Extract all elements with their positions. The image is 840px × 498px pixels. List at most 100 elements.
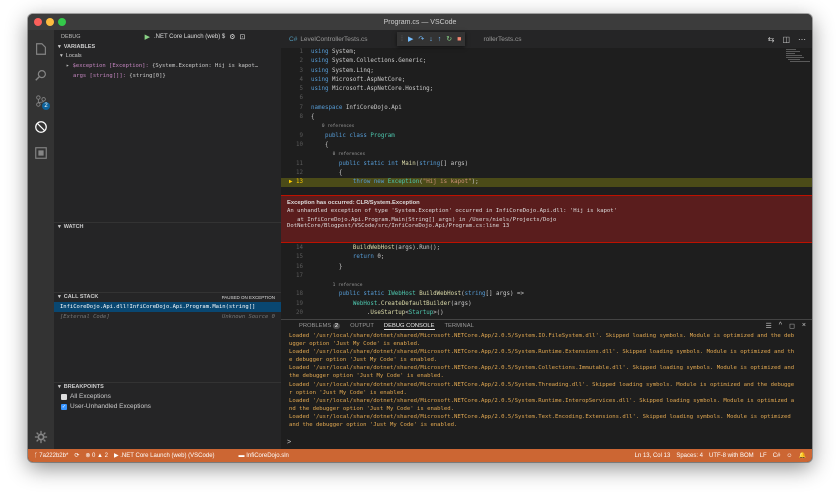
problems-indicator[interactable]: ⊗ 0 ▲ 2: [85, 452, 108, 459]
code-line[interactable]: 16 }: [281, 263, 812, 272]
code-line[interactable]: 7 namespace InfiCoreDojo.Api: [281, 104, 812, 113]
zoom-window-button[interactable]: [58, 18, 66, 26]
debug-settings-gear-icon[interactable]: ⚙: [229, 33, 235, 41]
tab-debug-console[interactable]: DEBUG CONSOLE: [383, 323, 435, 330]
close-window-button[interactable]: [34, 18, 42, 26]
line-number[interactable]: 15: [281, 253, 311, 262]
console-prompt[interactable]: >: [287, 439, 291, 446]
variables-header[interactable]: ▾ VARIABLES: [54, 43, 281, 52]
line-number[interactable]: 17: [281, 272, 311, 281]
line-number[interactable]: 5: [281, 85, 311, 94]
code-line[interactable]: 1 reference: [281, 281, 812, 290]
line-number[interactable]: [281, 122, 311, 131]
call-stack-frame[interactable]: InfiCoreDojo.Api.dll!InfiCoreDojo.Api.Pr…: [54, 302, 281, 312]
code-line[interactable]: 14 BuildWebHost (args).Run();: [281, 244, 812, 253]
feedback-smiley-icon[interactable]: ☺: [786, 453, 792, 459]
drag-handle-icon[interactable]: ⁞: [401, 36, 403, 43]
line-number[interactable]: 8: [281, 113, 311, 122]
close-panel-icon[interactable]: ×: [802, 322, 806, 330]
variable-row[interactable]: ▸ $exception [Exception]: {System.Except…: [54, 61, 281, 71]
checkbox-unchecked[interactable]: [61, 394, 67, 400]
code-line[interactable]: 10 {: [281, 141, 812, 150]
split-editor-icon[interactable]: ◫: [782, 35, 790, 44]
code-line[interactable]: 1 using System;: [281, 48, 812, 57]
breakpoint-all-exceptions[interactable]: All Exceptions: [54, 392, 281, 402]
line-number[interactable]: ▶ 13: [281, 178, 311, 187]
line-number[interactable]: 10: [281, 141, 311, 150]
solution-indicator[interactable]: ▬ InfiCoreDojo.sln: [239, 453, 289, 459]
code-line[interactable]: 9 public class Program: [281, 132, 812, 141]
notifications-bell-icon[interactable]: 🔔: [799, 452, 806, 459]
explorer-icon[interactable]: [32, 40, 50, 58]
tab-terminal[interactable]: TERMINAL: [445, 323, 474, 329]
line-number[interactable]: 9: [281, 132, 311, 141]
code-line[interactable]: 2 using System.Collections.Generic;: [281, 57, 812, 66]
step-out-icon[interactable]: ↑: [438, 36, 442, 43]
language-mode[interactable]: C#: [773, 453, 781, 459]
search-icon[interactable]: [32, 66, 50, 84]
step-over-icon[interactable]: ↷: [418, 35, 424, 43]
code-line[interactable]: 17: [281, 272, 812, 281]
code-line[interactable]: 15 return 0;: [281, 253, 812, 262]
debug-console-toggle-icon[interactable]: ⊡: [240, 33, 246, 41]
line-number[interactable]: 16: [281, 263, 311, 272]
launch-config-indicator[interactable]: ▶ .NET Core Launch (web) (VSCode): [114, 452, 215, 459]
locals-scope[interactable]: ▾ Locals: [54, 52, 281, 61]
tab-level-controller-tests[interactable]: C# LevelControllerTests.cs: [281, 30, 376, 48]
open-changes-icon[interactable]: ⇆: [768, 35, 775, 44]
line-number[interactable]: [281, 150, 311, 159]
code-line[interactable]: 5 using Microsoft.AspNetCore.Hosting;: [281, 85, 812, 94]
stop-icon[interactable]: ■: [457, 36, 461, 43]
code-line[interactable]: 3 using System.Linq;: [281, 67, 812, 76]
call-stack-frame[interactable]: [External Code] Unknown Source 0: [54, 312, 281, 322]
source-control-icon[interactable]: 2: [32, 92, 50, 110]
start-debug-icon[interactable]: ▶: [145, 33, 150, 41]
encoding[interactable]: UTF-8 with BOM: [709, 453, 754, 459]
line-number[interactable]: 6: [281, 94, 311, 103]
variable-row[interactable]: args [string[]]: {string[0]}: [54, 71, 281, 81]
extensions-icon[interactable]: [32, 144, 50, 162]
tab-controller-tests[interactable]: rollerTests.cs: [476, 30, 530, 48]
more-actions-icon[interactable]: ⋯: [798, 35, 806, 44]
branch-indicator[interactable]: ᚴ 7a222b2b*: [34, 453, 68, 459]
code-line[interactable]: ▶ 13 throw new Exception("Hij is kapot")…: [281, 178, 812, 188]
continue-icon[interactable]: ▶: [408, 35, 413, 43]
line-number[interactable]: 11: [281, 160, 311, 169]
restart-icon[interactable]: ↻: [446, 35, 452, 43]
end-of-line[interactable]: LF: [760, 453, 767, 459]
line-number[interactable]: 20: [281, 309, 311, 318]
code-line[interactable]: 19 WebHost. CreateDefaultBuilder (args): [281, 300, 812, 309]
clear-console-icon[interactable]: ☰: [766, 322, 772, 330]
minimize-window-button[interactable]: [46, 18, 54, 26]
checkbox-checked[interactable]: ✓: [61, 404, 67, 410]
code-line[interactable]: 4 using Microsoft.AspNetCore;: [281, 76, 812, 85]
code-line[interactable]: 0 references: [281, 122, 812, 131]
chevron-up-icon[interactable]: ^: [779, 322, 782, 330]
line-number[interactable]: 14: [281, 244, 311, 253]
code-line[interactable]: 11 public static int Main(string[] args): [281, 160, 812, 169]
line-number[interactable]: 18: [281, 290, 311, 299]
breakpoint-user-unhandled[interactable]: ✓ User-Unhandled Exceptions: [54, 402, 281, 412]
line-number[interactable]: 2: [281, 57, 311, 66]
line-number[interactable]: 4: [281, 76, 311, 85]
line-number[interactable]: 1: [281, 48, 311, 57]
indentation[interactable]: Spaces: 4: [676, 453, 703, 459]
line-number[interactable]: [281, 281, 311, 290]
step-into-icon[interactable]: ↓: [429, 36, 433, 43]
code-line[interactable]: 18 public static IWebHost BuildWebHost(s…: [281, 290, 812, 299]
tab-problems[interactable]: PROBLEMS 2: [299, 323, 341, 329]
code-line[interactable]: 8{: [281, 113, 812, 122]
watch-header[interactable]: ▾ WATCH: [54, 223, 281, 232]
gear-icon[interactable]: [32, 428, 50, 446]
code-line[interactable]: 6: [281, 94, 812, 103]
code-line[interactable]: 0 references: [281, 150, 812, 159]
code-line[interactable]: 20 . UseStartup < Startup >(): [281, 309, 812, 318]
debug-icon[interactable]: [32, 118, 50, 136]
cursor-position[interactable]: Ln 13, Col 13: [635, 453, 671, 459]
debug-config-select[interactable]: .NET Core Launch (web) $: [154, 34, 225, 40]
line-number[interactable]: 19: [281, 300, 311, 309]
maximize-panel-icon[interactable]: ◻: [789, 322, 795, 330]
line-number[interactable]: 3: [281, 67, 311, 76]
tab-output[interactable]: OUTPUT: [350, 323, 374, 329]
call-stack-header[interactable]: ▾ CALL STACK PAUSED ON EXCEPTION: [54, 293, 281, 302]
